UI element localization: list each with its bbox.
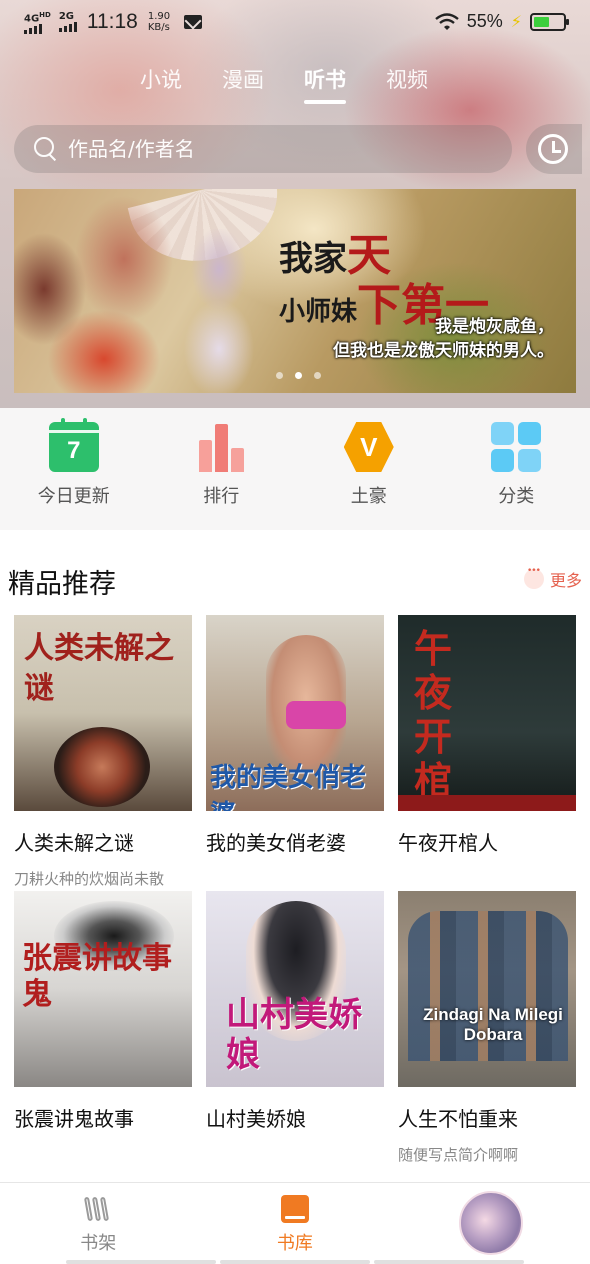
book-cover: 张震讲故事 鬼 xyxy=(14,891,192,1087)
section-title: 精品推荐 xyxy=(8,569,116,600)
top-tabs: 小说 漫画 听书 视频 xyxy=(140,64,428,104)
bottom-nav: 书架 书库 xyxy=(0,1182,590,1264)
nav-library[interactable]: 书库 xyxy=(197,1183,394,1264)
battery-fill xyxy=(534,16,550,27)
banner-dot[interactable] xyxy=(276,372,283,379)
cover-outfit-art xyxy=(286,701,346,729)
tab-audiobook[interactable]: 听书 xyxy=(304,64,346,104)
search-bar[interactable] xyxy=(14,125,512,173)
book-title: 山村美娇娘 xyxy=(206,1107,306,1131)
book-description: 刀耕火种的炊烟尚未散 xyxy=(14,870,165,888)
book-card[interactable]: 人类未解之谜 人类未解之谜 刀耕火种的炊烟尚未散 xyxy=(14,615,192,889)
book-cover-title: 午夜开棺人 xyxy=(414,626,453,812)
battery-icon xyxy=(530,12,569,31)
quick-nav-today-update[interactable]: 7 今日更新 xyxy=(0,408,148,530)
book-cover-title: 人类未解之谜 xyxy=(24,631,174,706)
quick-nav: 7 今日更新 排行 V 土豪 分类 xyxy=(0,408,590,530)
charging-icon: ⚡ xyxy=(510,12,522,31)
tab-novel[interactable]: 小说 xyxy=(140,64,182,104)
banner-character-art-2 xyxy=(164,229,274,393)
search-icon xyxy=(32,135,60,163)
category-icon xyxy=(491,422,542,472)
banner-dot-active[interactable] xyxy=(295,372,302,379)
banner-caption: 我是炮灰咸鱼， 但我也是龙傲天师妹的男人。 xyxy=(333,315,554,363)
signal-icon: 4GHD xyxy=(24,10,51,35)
book-card[interactable]: 张震讲故事 鬼 张震讲鬼故事 xyxy=(14,891,192,1144)
book-title: 我的美女俏老婆 xyxy=(206,831,346,855)
more-dots-icon xyxy=(523,566,544,589)
history-button[interactable] xyxy=(526,124,582,174)
quick-nav-label: 分类 xyxy=(498,486,535,507)
book-card[interactable]: 我的美女俏老婆 我的美女俏老婆 xyxy=(206,615,384,868)
status-time: 11:18 xyxy=(86,10,138,34)
tab-comic[interactable]: 漫画 xyxy=(222,64,264,104)
wifi-icon xyxy=(434,12,459,30)
clock-icon xyxy=(538,134,568,164)
network1-sup: HD xyxy=(39,11,51,19)
book-cover-title: 张震讲故事 鬼 xyxy=(22,941,172,1012)
status-bar: 4GHD 2G 11:18 1.90 KB/s 55% ⚡ xyxy=(0,0,590,48)
quick-nav-vip[interactable]: V 土豪 xyxy=(295,408,443,530)
book-card[interactable]: 午夜开棺人 午夜开棺人 xyxy=(398,615,576,868)
quick-nav-label: 今日更新 xyxy=(37,486,110,507)
calendar-icon-number: 7 xyxy=(67,437,81,464)
battery-percent: 55% xyxy=(466,11,503,31)
nav-label: 书架 xyxy=(80,1233,117,1254)
banner-caption-line2: 但我也是龙傲天师妹的男人。 xyxy=(333,341,554,361)
book-cover: 山村美娇娘 xyxy=(206,891,384,1087)
more-label: 更多 xyxy=(549,571,582,590)
banner-caption-line1: 我是炮灰咸鱼， xyxy=(435,317,554,337)
book-cover: 我的美女俏老婆 xyxy=(206,615,384,811)
network-speed-value: 1.90 xyxy=(147,11,171,23)
more-button[interactable]: 更多 xyxy=(523,566,582,591)
banner-pagination xyxy=(276,372,321,379)
network1-label: 4G xyxy=(24,13,40,25)
bottom-handle xyxy=(66,1260,524,1264)
vip-icon-letter: V xyxy=(360,431,378,462)
network-speed-unit: KB/s xyxy=(147,22,170,34)
book-card[interactable]: Zindagi Na Milegi Dobara 人生不怕重来 随便写点简介啊啊 xyxy=(398,891,576,1165)
book-cover-title: 山村美娇娘 xyxy=(226,995,362,1075)
book-card[interactable]: 山村美娇娘 山村美娇娘 xyxy=(206,891,384,1144)
network-speed: 1.90 KB/s xyxy=(148,11,170,33)
ranking-icon xyxy=(196,422,246,472)
library-icon xyxy=(280,1195,309,1223)
search-input[interactable] xyxy=(68,137,468,161)
book-cover: 午夜开棺人 xyxy=(398,615,576,811)
calendar-icon: 7 xyxy=(48,418,99,472)
quick-nav-ranking[interactable]: 排行 xyxy=(148,408,296,530)
network2-label: 2G xyxy=(58,11,75,23)
quick-nav-category[interactable]: 分类 xyxy=(443,408,590,530)
signal-icon-2: 2G xyxy=(58,11,77,33)
bookshelf-icon xyxy=(84,1195,112,1223)
nav-bookshelf[interactable]: 书架 xyxy=(0,1183,197,1264)
cover-banner-strip xyxy=(398,795,576,811)
avatar[interactable] xyxy=(459,1191,524,1255)
book-cover-title: Zindagi Na Milegi Dobara xyxy=(423,1005,563,1044)
banner-dot[interactable] xyxy=(314,372,321,379)
nav-label: 书库 xyxy=(276,1233,313,1254)
mail-icon xyxy=(184,15,203,30)
book-cover: 人类未解之谜 xyxy=(14,615,192,811)
book-title: 午夜开棺人 xyxy=(398,831,498,855)
promo-banner[interactable]: 我家天 小师妹下第一 我是炮灰咸鱼， 但我也是龙傲天师妹的男人。 xyxy=(14,189,576,393)
vip-icon: V xyxy=(343,422,394,472)
book-cover: Zindagi Na Milegi Dobara xyxy=(398,891,576,1087)
nav-profile[interactable] xyxy=(393,1183,590,1264)
cover-skull-art xyxy=(54,727,150,807)
book-title: 人类未解之谜 xyxy=(14,831,134,855)
book-title: 人生不怕重来 xyxy=(398,1107,518,1131)
tab-video[interactable]: 视频 xyxy=(386,64,428,104)
quick-nav-label: 排行 xyxy=(203,486,240,507)
book-description: 随便写点简介啊啊 xyxy=(398,1146,519,1164)
book-title: 张震讲鬼故事 xyxy=(14,1107,134,1131)
quick-nav-label: 土豪 xyxy=(350,486,387,507)
book-cover-title: 我的美女俏老婆 xyxy=(210,763,367,811)
